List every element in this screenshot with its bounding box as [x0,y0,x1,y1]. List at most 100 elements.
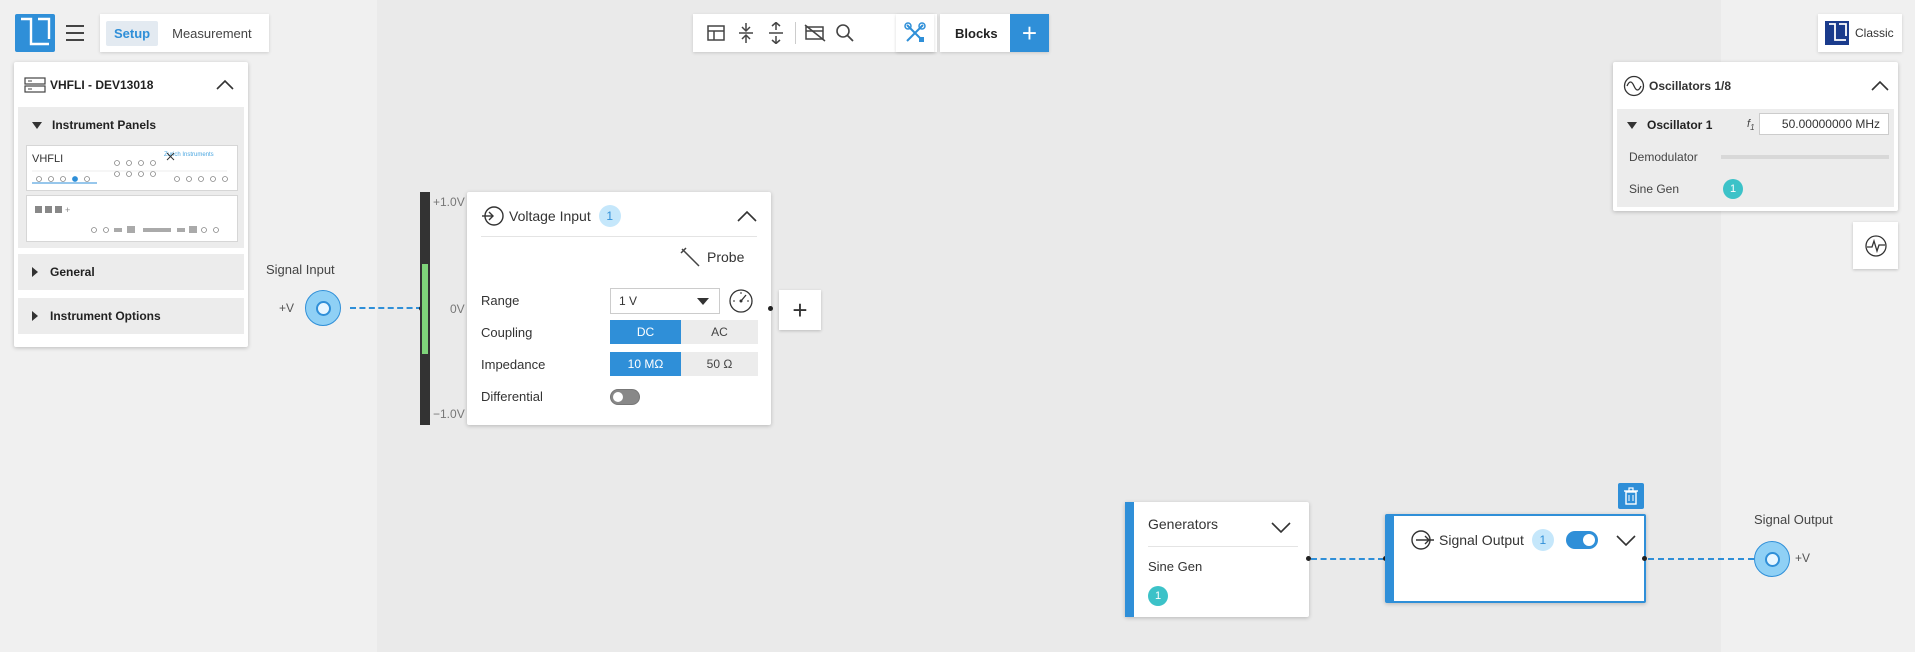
frequency-symbol: f1 [1747,118,1755,132]
frequency-input[interactable]: 50.00000000 MHz [1759,113,1889,135]
collapsed-caret-icon [32,311,38,321]
output-wire [1648,558,1754,560]
level-meter-max: +1.0V [433,195,465,209]
expand-chevron-icon[interactable] [1616,534,1636,546]
coupling-label: Coupling [481,325,533,340]
signal-output-badge: 1 [1531,529,1554,551]
oscillators-panel: Oscillators 1/8 Oscillator 1 f1 50.00000… [1613,62,1898,211]
generators-sine-gen-badge[interactable]: 1 [1148,586,1168,606]
generators-divider [1148,546,1298,547]
delete-block-button[interactable] [1618,483,1644,509]
input-wire [350,307,422,309]
coupling-toggle: DC AC [610,320,758,344]
device-panel-header[interactable]: VHFLI - DEV13018 [14,62,248,107]
block-accent [1125,502,1134,617]
front-panel-connectors [32,152,228,184]
instrument-panels-label: Instrument Panels [52,118,157,132]
collapse-chevron-icon[interactable] [737,210,757,222]
tab-measurement[interactable]: Measurement [164,21,259,46]
signal-output-polarity: +V [1795,551,1811,565]
add-block-button[interactable]: + [1010,14,1049,52]
voltage-input-badge: 1 [598,205,621,227]
classic-label: Classic [1855,26,1894,40]
scope-icon [1864,234,1887,257]
toolbar-divider [795,22,796,44]
search-icon[interactable] [830,18,860,48]
collapse-all-icon[interactable] [731,18,761,48]
coupling-dc-option[interactable]: DC [610,320,681,344]
impedance-50-option[interactable]: 50 Ω [681,352,758,376]
coupling-ac-option[interactable]: AC [681,320,758,344]
expanded-caret-icon [32,121,42,129]
signal-output-connector[interactable] [1754,541,1790,577]
expanded-caret-icon [1627,121,1637,129]
front-panel-thumbnail[interactable]: VHFLI Zurich Instruments [26,145,238,191]
add-connection-button[interactable]: + [779,290,821,330]
classic-ui-button[interactable]: Classic [1818,14,1902,52]
generators-sine-gen-label: Sine Gen [1148,559,1203,574]
signal-input-label: Signal Input [266,262,335,277]
voltage-input-header[interactable]: Voltage Input 1 [481,204,757,228]
impedance-10m-option[interactable]: 10 MΩ [610,352,681,376]
generators-title: Generators [1148,516,1219,532]
signal-output-block[interactable]: Signal Output 1 [1385,514,1646,603]
oscillator-1-name: Oscillator 1 [1647,118,1713,132]
instrument-panels-header[interactable]: Instrument Panels [18,107,244,143]
rear-panel-thumbnail[interactable]: + [26,195,238,242]
voltage-input-title: Voltage Input [509,208,591,224]
autorange-icon [729,289,753,313]
impedance-label: Impedance [481,357,546,372]
probe-button[interactable]: Probe [679,246,744,268]
signal-output-out-dot [1642,556,1647,561]
general-section[interactable]: General [18,254,244,290]
instrument-options-label: Instrument Options [50,309,161,323]
oscillators-header[interactable]: Oscillators 1/8 [1623,74,1889,98]
demodulator-bar [1721,155,1889,159]
demodulator-label: Demodulator [1629,150,1698,164]
generator-wire [1311,558,1384,560]
instrument-options-section[interactable]: Instrument Options [18,298,244,334]
layout-icon[interactable] [701,18,731,48]
block-accent [1387,516,1394,601]
instrument-panels-section: Instrument Panels VHFLI Zurich Instrumen… [18,107,244,248]
collapsed-caret-icon [32,267,38,277]
blocks-label: Blocks [955,25,998,41]
blocks-control: Blocks + [940,14,1049,52]
hamburger-menu-icon[interactable] [60,18,90,48]
expand-chevron-icon[interactable] [1271,521,1291,533]
oscillators-title: Oscillators 1/8 [1649,79,1732,93]
impedance-toggle: 10 MΩ 50 Ω [610,352,758,376]
output-port-icon [1411,530,1434,550]
collapse-chevron-icon[interactable] [216,79,234,91]
rear-panel-connectors: + [35,205,219,233]
differential-toggle[interactable] [610,389,640,405]
signal-output-enable-toggle[interactable] [1565,531,1598,549]
tab-setup[interactable]: Setup [106,20,159,46]
signal-output-title: Signal Output [1439,532,1524,548]
oscillator-1-header[interactable]: Oscillator 1 [1627,115,1712,135]
app-logo[interactable] [15,14,55,52]
signal-output-header: Signal Output 1 [1411,528,1636,552]
level-meter-zero: 0V [450,302,465,316]
hide-unused-icon[interactable] [800,18,830,48]
sine-gen-badge[interactable]: 1 [1723,179,1743,199]
generators-block: Generators Sine Gen 1 [1125,502,1309,617]
sine-gen-label: Sine Gen [1629,182,1680,196]
tools-icon[interactable] [896,14,934,52]
autorange-button[interactable] [728,288,754,317]
frequency-value: 50.00000000 MHz [1781,117,1880,131]
device-icon [24,76,46,93]
signal-input-connector[interactable] [305,290,341,326]
general-label: General [50,265,95,279]
signal-output-connector-label: Signal Output [1754,512,1833,527]
mode-tabs: Setup Measurement [100,14,269,52]
range-label: Range [481,293,520,308]
signal-input-polarity: +V [279,301,295,315]
collapse-chevron-icon[interactable] [1871,80,1889,92]
range-select[interactable]: 1 V [610,288,720,314]
differential-label: Differential [481,389,543,404]
level-meter-min: −1.0V [433,407,465,421]
scope-panel-button[interactable] [1853,222,1898,269]
output-port-dot [768,306,773,311]
expand-all-icon[interactable] [761,18,791,48]
